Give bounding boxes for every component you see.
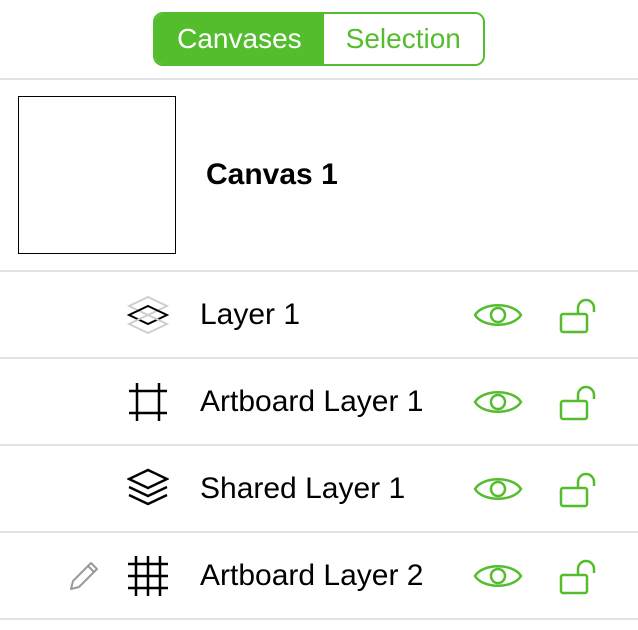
- lock-toggle[interactable]: [558, 296, 598, 334]
- shared-layer-icon: [127, 468, 169, 510]
- layer-row[interactable]: Artboard Layer 1: [0, 359, 638, 446]
- visibility-toggle[interactable]: [473, 299, 523, 331]
- canvas-row[interactable]: Canvas 1: [0, 80, 638, 272]
- lock-toggle[interactable]: [558, 383, 598, 421]
- tab-canvases[interactable]: Canvases: [155, 14, 324, 64]
- layer-name-label: Layer 1: [188, 298, 458, 332]
- layer-left-gutter: [0, 560, 108, 592]
- layer-type-icon-col: [108, 381, 188, 423]
- visibility-toggle[interactable]: [473, 560, 523, 592]
- layer-type-icon-col: [108, 554, 188, 598]
- layer-name-label: Artboard Layer 1: [188, 385, 458, 419]
- lock-toggle[interactable]: [558, 470, 598, 508]
- canvas-thumbnail: [18, 96, 176, 254]
- tab-selection[interactable]: Selection: [324, 14, 483, 64]
- visibility-toggle[interactable]: [473, 473, 523, 505]
- canvas-name: Canvas 1: [206, 158, 338, 192]
- grid-icon: [126, 554, 170, 598]
- layer-name-label: Shared Layer 1: [188, 472, 458, 506]
- layer-type-icon-col: [108, 468, 188, 510]
- artboard-icon: [127, 381, 169, 423]
- layer-row[interactable]: Layer 1: [0, 272, 638, 359]
- segmented-control: Canvases Selection: [153, 12, 485, 66]
- pencil-icon[interactable]: [68, 560, 100, 592]
- layer-row[interactable]: Shared Layer 1: [0, 446, 638, 533]
- lock-toggle[interactable]: [558, 557, 598, 595]
- layer-name-label: Artboard Layer 2: [188, 559, 458, 593]
- layer-icon: [127, 296, 169, 334]
- layer-type-icon-col: [108, 296, 188, 334]
- header: Canvases Selection: [0, 0, 638, 80]
- layer-row[interactable]: Artboard Layer 2: [0, 533, 638, 620]
- visibility-toggle[interactable]: [473, 386, 523, 418]
